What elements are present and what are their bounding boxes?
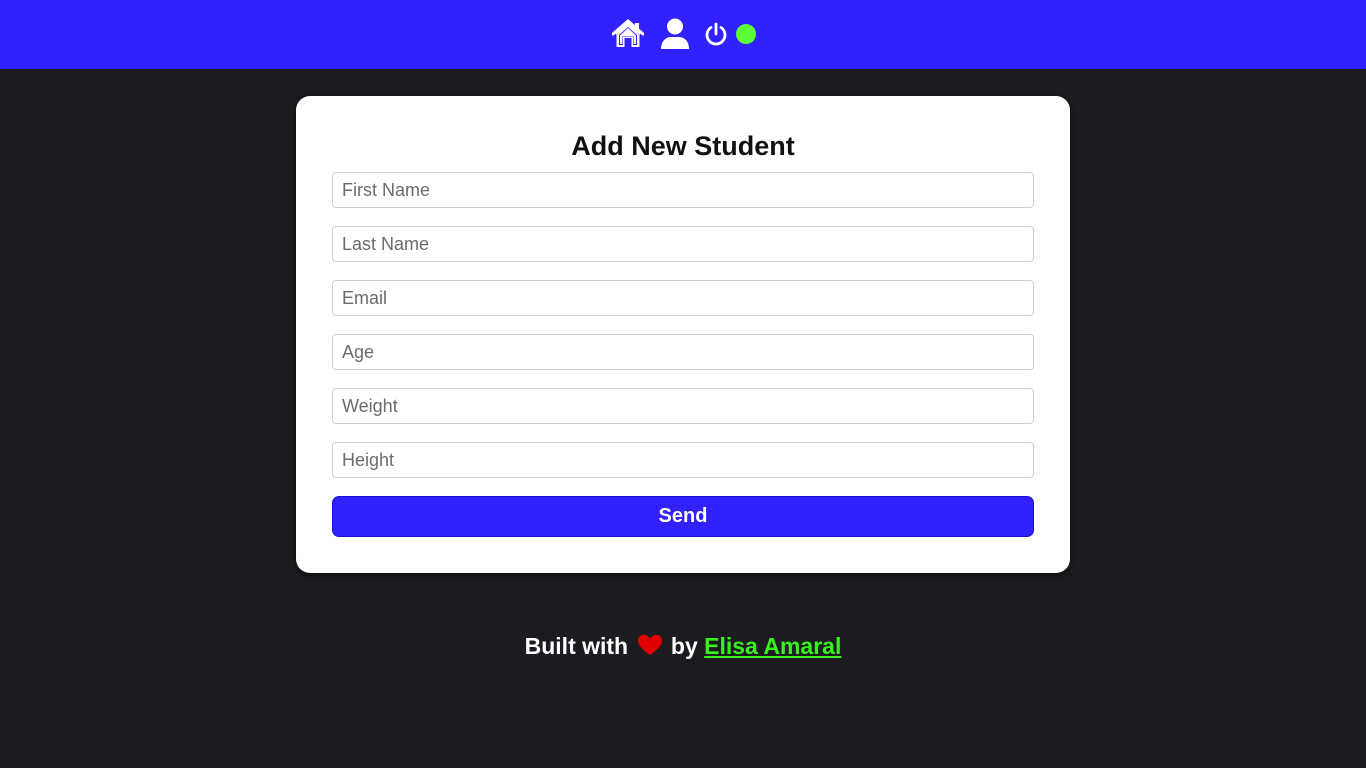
email-input[interactable] bbox=[332, 280, 1034, 316]
power-icon[interactable] bbox=[704, 22, 728, 46]
user-icon[interactable] bbox=[660, 18, 690, 50]
home-icon[interactable] bbox=[612, 19, 644, 49]
send-button[interactable]: Send bbox=[332, 496, 1034, 537]
author-link[interactable]: Elisa Amaral bbox=[704, 633, 841, 659]
last-name-input[interactable] bbox=[332, 226, 1034, 262]
age-input[interactable] bbox=[332, 334, 1034, 370]
top-navbar bbox=[0, 0, 1366, 69]
footer-prefix: Built with bbox=[524, 633, 629, 659]
height-input[interactable] bbox=[332, 442, 1034, 478]
footer-by: by bbox=[670, 633, 698, 659]
footer-credit: Built with by Elisa Amaral bbox=[0, 631, 1366, 661]
weight-input[interactable] bbox=[332, 388, 1034, 424]
add-student-form-card: Add New Student Send bbox=[296, 96, 1070, 573]
first-name-input[interactable] bbox=[332, 172, 1034, 208]
online-status-indicator bbox=[736, 24, 756, 44]
form-title: Add New Student bbox=[571, 131, 795, 161]
heart-icon bbox=[637, 633, 663, 655]
nav-icon-group bbox=[612, 17, 756, 51]
